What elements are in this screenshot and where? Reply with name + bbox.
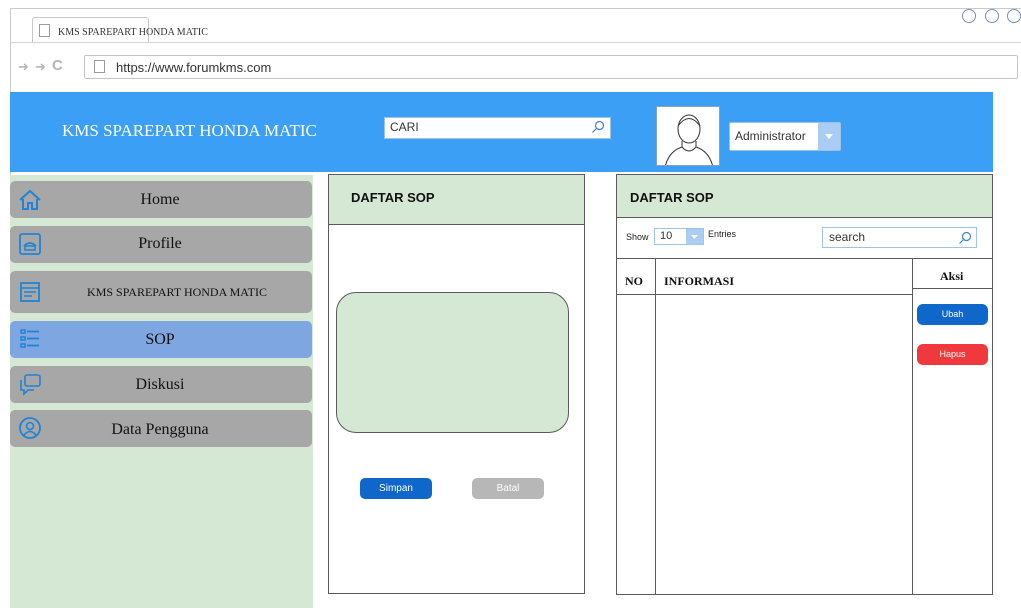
window-minimize-icon[interactable] [962, 9, 976, 23]
sidebar-item-label: KMS SPAREPART HONDA MATIC [87, 285, 267, 299]
save-button[interactable]: Simpan [360, 478, 432, 499]
sop-list-title: DAFTAR SOP [630, 190, 714, 205]
app-title: KMS SPAREPART HONDA MATIC [62, 121, 317, 140]
phone-icon [19, 233, 41, 255]
search-icon[interactable] [591, 120, 605, 134]
cancel-button[interactable]: Batal [472, 478, 544, 499]
table-top-border [616, 258, 993, 259]
sop-text-area[interactable] [336, 292, 569, 433]
search-icon[interactable] [958, 231, 972, 245]
tab-strip-divider [10, 42, 1021, 43]
column-header-informasi: INFORMASI [664, 274, 735, 288]
delete-button[interactable]: Hapus [917, 344, 988, 365]
tab-page-icon [39, 24, 50, 37]
user-dropdown-toggle[interactable] [818, 123, 840, 150]
reload-icon[interactable]: C [52, 57, 63, 74]
chevron-down-icon [691, 235, 698, 239]
edit-button[interactable]: Ubah [917, 304, 988, 325]
chevron-down-icon [825, 134, 833, 139]
avatar[interactable] [656, 106, 720, 166]
table-header-border [912, 288, 993, 289]
table-search-placeholder: search [829, 230, 866, 244]
search-placeholder: CARI [390, 120, 419, 134]
entries-label: Entries [708, 229, 737, 239]
sidebar-item-label: Home [140, 191, 180, 208]
table-header-border [616, 294, 913, 295]
show-label: Show [626, 232, 649, 242]
home-icon [19, 189, 41, 210]
sidebar-item-label: SOP [145, 331, 175, 348]
document-icon [20, 282, 40, 302]
list-icon [20, 329, 39, 348]
window-maximize-icon[interactable] [985, 9, 999, 23]
url-page-icon [94, 60, 105, 73]
url-text: https://www.forumkms.com [116, 60, 272, 75]
user-avatar-icon [665, 114, 713, 165]
tab-title: KMS SPAREPART HONDA MATIC [58, 27, 208, 38]
sidebar-item-label: Diskusi [135, 376, 185, 393]
column-header-aksi: Aksi [940, 269, 964, 283]
user-icon [19, 417, 41, 439]
chat-icon [20, 374, 41, 396]
entries-value: 10 [660, 230, 673, 242]
sidebar-item-label: Data Pengguna [111, 421, 209, 438]
table-column-divider [655, 258, 656, 594]
table-column-divider [912, 258, 913, 594]
sidebar-item-label: Profile [138, 235, 182, 252]
back-arrow-icon[interactable]: ➜ [18, 59, 29, 75]
entries-dropdown-toggle[interactable] [686, 229, 703, 244]
user-name: Administrator [735, 129, 806, 143]
window-close-icon[interactable] [1007, 9, 1021, 23]
column-header-no: NO [625, 274, 643, 288]
forward-arrow-icon[interactable]: ➜ [35, 59, 46, 75]
sop-form-title: DAFTAR SOP [351, 190, 435, 205]
